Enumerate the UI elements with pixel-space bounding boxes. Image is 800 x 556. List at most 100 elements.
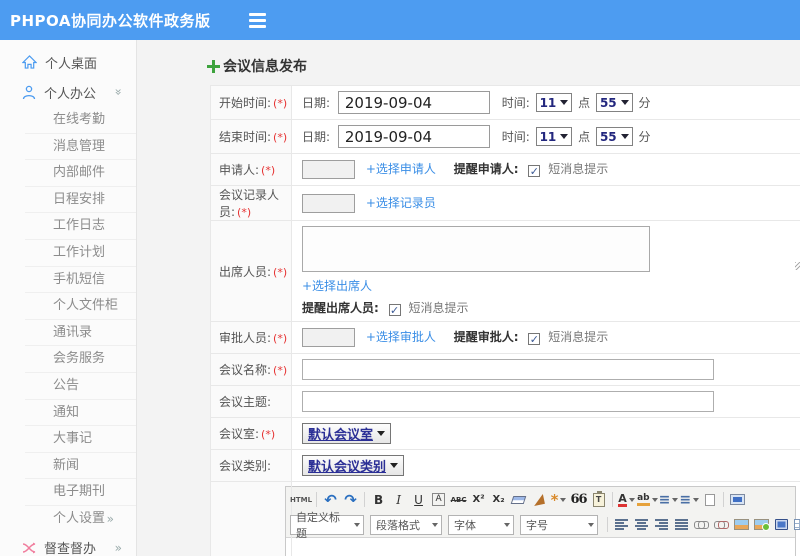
bold-button[interactable]: B [369, 490, 388, 509]
quick-format-button[interactable]: * [549, 490, 568, 509]
sidebar-submenu-item[interactable]: 新闻 [25, 453, 136, 480]
fullscreen-button[interactable] [728, 490, 747, 509]
pick-attendees-link[interactable]: +选择出席人 [302, 279, 372, 293]
end-hour-select[interactable]: 11 [535, 127, 573, 146]
sidebar-submenu-item[interactable]: 电子期刊 [25, 479, 136, 506]
new-page-button[interactable] [700, 490, 719, 509]
superscript-button[interactable]: X² [469, 490, 488, 509]
hamburger-menu-icon[interactable] [248, 12, 266, 28]
editor-content-area[interactable] [286, 537, 795, 556]
sidebar-item-personal-desktop[interactable]: 个人桌面 [0, 47, 136, 77]
meeting-form-table: 开始时间:(*) 日期: 时间: 11 点 55 分 结束时间:(*) 日期: … [210, 85, 800, 556]
meeting-name-input[interactable] [302, 359, 714, 380]
redo-button[interactable]: ↷ [341, 490, 360, 509]
home-icon [22, 55, 37, 69]
pick-recorder-link[interactable]: +选择记录员 [366, 196, 436, 210]
start-minute-select[interactable]: 55 [595, 93, 633, 112]
sidebar-submenu-item[interactable]: 个人文件柜 [25, 293, 136, 320]
eraser-button[interactable] [509, 490, 528, 509]
sidebar-submenu-item[interactable]: 公告 [25, 373, 136, 400]
html-source-button[interactable]: HTML [290, 490, 312, 509]
meeting-subject-input[interactable] [302, 391, 714, 412]
italic-button[interactable]: I [389, 490, 408, 509]
remove-link-button[interactable] [712, 515, 731, 534]
sidebar-item-supervision[interactable]: 督查督办 » [0, 533, 136, 556]
start-date-input[interactable] [337, 91, 490, 114]
end-date-input[interactable] [337, 125, 490, 148]
sidebar-submenu-item[interactable]: 工作日志 [25, 213, 136, 240]
applicant-input[interactable] [302, 160, 355, 179]
sidebar-submenu-item[interactable]: 工作计划 [25, 240, 136, 267]
sidebar-submenu-item[interactable]: 通讯录 [25, 320, 136, 347]
recorder-input[interactable] [302, 193, 355, 213]
upload-image-button[interactable] [752, 515, 771, 534]
font-family-select[interactable]: 字体 [448, 514, 514, 535]
sidebar-submenu-item[interactable]: 内部邮件 [25, 160, 136, 187]
wand-icon: * [550, 490, 559, 509]
insert-table-button[interactable] [792, 515, 800, 534]
paste-text-button[interactable]: T [589, 490, 608, 509]
align-right-button[interactable] [652, 515, 671, 534]
sms-checkbox[interactable]: ✓ [388, 304, 401, 316]
subscript-button[interactable]: X₂ [489, 490, 508, 509]
crossed-arrows-icon [22, 542, 36, 553]
font-color-button[interactable]: A [617, 490, 636, 509]
chevron-down-icon: » [111, 88, 126, 96]
underline-button[interactable]: U [409, 490, 428, 509]
sidebar-item-label: 个人文件柜 [53, 298, 119, 314]
form-row-meeting-content: HTML ↶ ↷ B I U A ABC X² X₂ * 66 T A ab ≡… [210, 481, 800, 556]
font-style-button[interactable]: A [429, 490, 448, 509]
ordered-list-button[interactable]: ≡ [659, 490, 679, 509]
format-brush-button[interactable] [529, 490, 548, 509]
end-minute-select[interactable]: 55 [595, 127, 633, 146]
unordered-list-button[interactable]: ≡ [679, 490, 700, 509]
blockquote-button[interactable]: 66 [569, 490, 588, 509]
blank-page-icon [704, 493, 715, 506]
approver-input[interactable] [302, 328, 355, 347]
sidebar-item-label: 工作日志 [53, 218, 106, 234]
sidebar-submenu-item[interactable]: 会务服务 [25, 346, 136, 373]
meeting-category-select[interactable]: 默认会议类别 [302, 455, 405, 476]
pick-approver-link[interactable]: +选择审批人 [366, 330, 436, 344]
field-label: 出席人员: [219, 264, 272, 279]
font-size-select[interactable]: 字号 [520, 514, 598, 535]
align-left-button[interactable] [612, 515, 631, 534]
sms-checkbox[interactable]: ✓ [528, 165, 541, 177]
align-left-icon [615, 519, 628, 530]
field-label: 会议名称: [219, 363, 272, 377]
undo-button[interactable]: ↶ [321, 490, 340, 509]
sidebar-submenu-item[interactable]: 大事记 [25, 426, 136, 453]
sidebar-submenu-item[interactable]: 在线考勤 [25, 107, 136, 134]
form-row-meeting-room: 会议室: (*) 默认会议室 [210, 417, 800, 450]
editor-toolbar-row1: HTML ↶ ↷ B I U A ABC X² X₂ * 66 T A ab ≡… [286, 487, 795, 512]
sidebar-submenu-item[interactable]: 个人设置 » [25, 506, 136, 533]
insert-image-button[interactable] [732, 515, 751, 534]
field-label: 会议主题: [219, 395, 272, 409]
dropdown-arrow-icon [560, 497, 567, 502]
sidebar-item-label: 日程安排 [53, 191, 106, 207]
sidebar-submenu-item[interactable]: 通知 [25, 400, 136, 427]
attendees-textarea[interactable] [302, 226, 650, 272]
sidebar-submenu-item[interactable]: 日程安排 [25, 187, 136, 214]
toolbar-separator [723, 492, 725, 507]
sidebar-submenu-item[interactable]: 手机短信 [25, 267, 136, 294]
sms-label: 短消息提示 [548, 330, 609, 344]
sms-checkbox[interactable]: ✓ [528, 333, 541, 345]
sidebar-item-label: 个人办公 [44, 86, 97, 102]
start-hour-select[interactable]: 11 [535, 93, 573, 112]
meeting-room-select[interactable]: 默认会议室 [302, 423, 392, 444]
paragraph-format-select[interactable]: 段落格式 [370, 514, 442, 535]
align-center-button[interactable] [632, 515, 651, 534]
insert-link-button[interactable] [692, 515, 711, 534]
pick-applicant-link[interactable]: +选择申请人 [366, 162, 436, 176]
insert-media-button[interactable] [772, 515, 791, 534]
form-row-start-time: 开始时间:(*) 日期: 时间: 11 点 55 分 [210, 85, 800, 120]
align-justify-button[interactable] [672, 515, 691, 534]
sidebar-item-personal-office[interactable]: 个人办公 » [0, 77, 136, 107]
custom-heading-select[interactable]: 自定义标题 [290, 511, 364, 540]
highlight-color-button[interactable]: ab [637, 490, 658, 509]
form-row-attendees: 出席人员: (*) +选择出席人 提醒出席人员: ✓ 短消息提示 [210, 220, 800, 322]
sidebar-submenu-item[interactable]: 消息管理 [25, 134, 136, 161]
strikethrough-button[interactable]: ABC [449, 490, 468, 509]
rich-text-editor: HTML ↶ ↷ B I U A ABC X² X₂ * 66 T A ab ≡… [285, 486, 800, 556]
